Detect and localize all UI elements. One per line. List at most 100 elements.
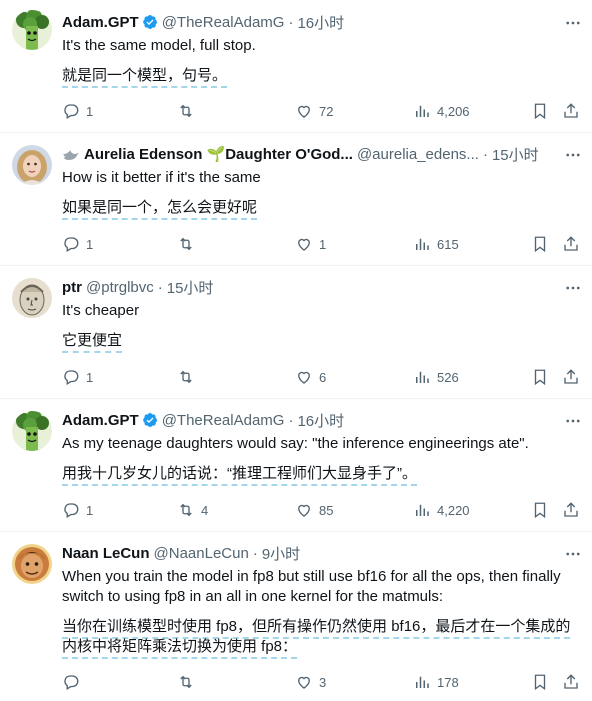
author-handle[interactable]: @NaanLeCun <box>154 545 249 562</box>
post[interactable]: Naan LeCun @NaanLeCun · 9小时 When you tra… <box>0 532 592 701</box>
reply-button[interactable]: 1 <box>62 368 93 386</box>
like-button[interactable]: 85 <box>295 501 333 519</box>
bookmark-button[interactable] <box>531 501 549 519</box>
repost-button[interactable] <box>177 673 201 691</box>
like-count: 72 <box>319 103 334 119</box>
post-actions: 1 6 526 <box>0 367 592 387</box>
post-time[interactable]: 9小时 <box>262 543 300 564</box>
post-text: When you train the model in fp8 but stil… <box>62 568 561 605</box>
share-button[interactable] <box>562 102 580 120</box>
view-count: 4,220 <box>437 502 470 518</box>
repost-icon <box>180 503 192 517</box>
views-button[interactable]: 615 <box>413 235 459 253</box>
author-name[interactable]: Adam.GPT <box>62 14 139 31</box>
like-button[interactable]: 3 <box>295 673 326 691</box>
like-button[interactable]: 6 <box>295 368 326 386</box>
avatar[interactable] <box>12 411 52 451</box>
reply-count: 1 <box>86 103 94 119</box>
post-actions: 1 1 615 <box>0 234 592 254</box>
post-header: Naan LeCun @NaanLeCun · 9小时 <box>62 543 582 563</box>
author-name[interactable]: Adam.GPT <box>62 412 139 429</box>
bookmark-button[interactable] <box>531 673 549 691</box>
repost-button[interactable] <box>177 102 201 120</box>
share-button[interactable] <box>562 673 580 691</box>
reply-icon <box>64 675 79 690</box>
post-header: ptr @ptrglbvc · 15小时 <box>62 277 582 297</box>
bookmark-button[interactable] <box>531 102 549 120</box>
author-name[interactable]: ptr <box>62 279 82 296</box>
reply-icon <box>64 370 79 385</box>
post-time[interactable]: 15小时 <box>492 144 539 165</box>
analytics-icon <box>416 238 429 250</box>
avatar[interactable] <box>12 278 52 318</box>
view-count: 178 <box>437 674 459 690</box>
heart-icon <box>298 105 310 118</box>
share-button[interactable] <box>562 368 580 386</box>
avatar[interactable] <box>12 10 52 50</box>
post[interactable]: Aurelia Edenson 🌱Daughter O'God... @aure… <box>0 133 592 266</box>
reply-icon <box>64 503 79 518</box>
author-handle[interactable]: @ptrglbvc <box>86 279 154 296</box>
bookmark-icon <box>534 502 546 519</box>
repost-button[interactable]: 4 <box>177 501 208 519</box>
repost-icon <box>180 675 192 689</box>
heart-icon <box>298 504 310 517</box>
separator-dot: · <box>288 411 294 429</box>
post-actions: 1 72 4,206 <box>0 101 592 121</box>
post-text: It's the same model, full stop. <box>62 37 256 54</box>
reply-count: 1 <box>86 502 94 518</box>
bookmark-button[interactable] <box>531 235 549 253</box>
reply-button[interactable]: 1 <box>62 501 93 519</box>
author-handle[interactable]: @TheRealAdamG <box>162 412 285 429</box>
separator-dot: · <box>482 145 488 163</box>
more-options-icon[interactable] <box>564 146 582 164</box>
avatar[interactable] <box>12 544 52 584</box>
post[interactable]: Adam.GPT @TheRealAdamG · 16小时 It's the s… <box>0 0 592 133</box>
bookmark-icon <box>534 103 546 120</box>
reply-feed: Adam.GPT @TheRealAdamG · 16小时 It's the s… <box>0 0 592 701</box>
author-name[interactable]: Naan LeCun <box>62 545 150 562</box>
post-translation: 当你在训练模型时使用 fp8，但所有操作仍然使用 bf16，最后才在一个集成的内… <box>62 617 582 659</box>
like-count: 3 <box>319 674 327 690</box>
author-name[interactable]: Aurelia Edenson 🌱Daughter O'God... <box>84 145 353 163</box>
views-button[interactable]: 4,220 <box>413 501 470 519</box>
more-options-icon[interactable] <box>564 279 582 297</box>
post[interactable]: ptr @ptrglbvc · 15小时 It's cheaper 它更便宜 1… <box>0 266 592 399</box>
more-options-icon[interactable] <box>564 14 582 32</box>
reply-button[interactable]: 1 <box>62 102 93 120</box>
post-time[interactable]: 16小时 <box>297 12 344 33</box>
view-count: 615 <box>437 236 459 252</box>
more-options-icon[interactable] <box>564 545 582 563</box>
views-button[interactable]: 178 <box>413 673 459 691</box>
reply-icon <box>64 237 79 252</box>
like-button[interactable]: 1 <box>295 235 326 253</box>
post[interactable]: Adam.GPT @TheRealAdamG · 16小时 As my teen… <box>0 399 592 532</box>
repost-icon <box>180 237 192 251</box>
share-icon <box>564 502 578 517</box>
post-translation: 它更便宜 <box>62 331 582 353</box>
like-button[interactable]: 72 <box>295 102 333 120</box>
reply-button[interactable]: 1 <box>62 235 93 253</box>
view-count: 4,206 <box>437 103 470 119</box>
share-button[interactable] <box>562 501 580 519</box>
post-text: As my teenage daughters would say: "the … <box>62 435 529 452</box>
views-button[interactable]: 4,206 <box>413 102 470 120</box>
repost-button[interactable] <box>177 235 201 253</box>
analytics-icon <box>416 105 429 117</box>
author-handle[interactable]: @TheRealAdamG <box>162 14 285 31</box>
post-time[interactable]: 15小时 <box>167 277 214 298</box>
bookmark-button[interactable] <box>531 368 549 386</box>
post-time[interactable]: 16小时 <box>297 410 344 431</box>
more-options-icon[interactable] <box>564 412 582 430</box>
share-icon <box>564 236 578 251</box>
repost-button[interactable] <box>177 368 201 386</box>
share-button[interactable] <box>562 235 580 253</box>
bookmark-icon <box>534 674 546 691</box>
reply-button[interactable] <box>62 673 86 691</box>
views-button[interactable]: 526 <box>413 368 459 386</box>
avatar[interactable] <box>12 145 52 185</box>
author-handle[interactable]: @aurelia_edens... <box>357 146 479 163</box>
separator-dot: · <box>288 13 294 31</box>
repost-icon <box>180 370 192 384</box>
post-text: It's cheaper <box>62 302 140 319</box>
